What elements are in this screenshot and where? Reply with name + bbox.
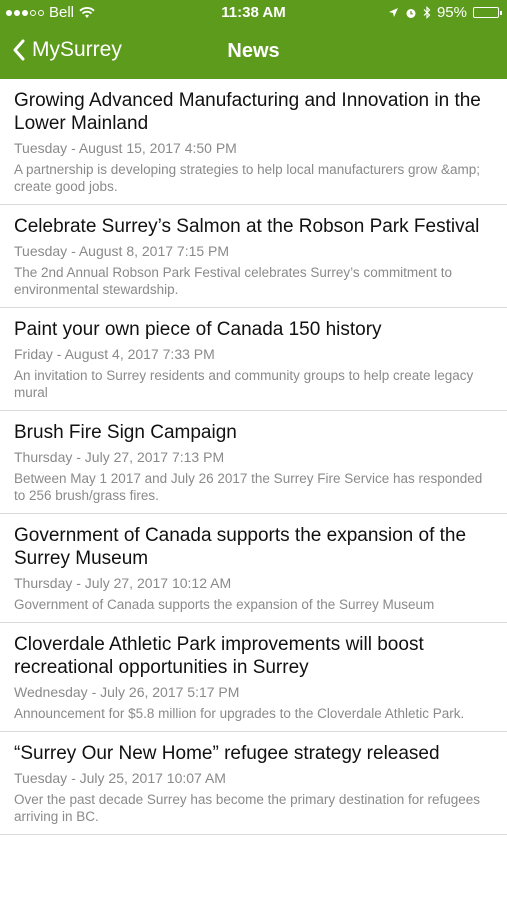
news-description: A partnership is developing strategies t… <box>14 162 481 194</box>
news-item[interactable]: Paint your own piece of Canada 150 histo… <box>0 308 507 411</box>
news-title: Paint your own piece of Canada 150 histo… <box>14 319 382 340</box>
news-item[interactable]: Government of Canada supports the expans… <box>0 514 507 623</box>
news-title: Celebrate Surrey’s Salmon at the Robson … <box>14 216 480 237</box>
news-item[interactable]: Cloverdale Athletic Park improvements wi… <box>0 623 507 732</box>
news-list: Growing Advanced Manufacturing and Innov… <box>0 79 507 835</box>
battery-percent: 95% <box>436 4 467 21</box>
news-title: Cloverdale Athletic Park improvements wi… <box>14 634 424 678</box>
news-date: Thursday - July 27, 2017 7:13 PM <box>14 449 225 465</box>
news-description: Announcement for $5.8 million for upgrad… <box>14 706 465 721</box>
status-bar: Bell 11:38 AM 95% <box>0 0 507 26</box>
news-description: The 2nd Annual Robson Park Festival cele… <box>14 265 452 297</box>
news-item[interactable]: Growing Advanced Manufacturing and Innov… <box>0 79 507 205</box>
news-description: Government of Canada supports the expans… <box>14 597 435 612</box>
bluetooth-icon <box>423 6 431 19</box>
news-item[interactable]: Brush Fire Sign Campaign Thursday - July… <box>0 411 507 514</box>
news-date: Thursday - July 27, 2017 10:12 AM <box>14 575 232 591</box>
news-description: Between May 1 2017 and July 26 2017 the … <box>14 471 483 503</box>
top-bar: Bell 11:38 AM 95% MySurrey News <box>0 0 507 79</box>
news-date: Tuesday - August 15, 2017 4:50 PM <box>14 140 237 156</box>
page-title: News <box>227 40 280 62</box>
news-item[interactable]: “Surrey Our New Home” refugee strategy r… <box>0 732 507 835</box>
news-title: “Surrey Our New Home” refugee strategy r… <box>14 743 440 764</box>
alarm-icon <box>406 8 416 18</box>
news-date: Wednesday - July 26, 2017 5:17 PM <box>14 684 240 700</box>
news-date: Tuesday - August 8, 2017 7:15 PM <box>14 243 230 259</box>
news-description: An invitation to Surrey residents and co… <box>14 368 474 400</box>
news-date: Tuesday - July 25, 2017 10:07 AM <box>14 770 226 786</box>
news-title: Growing Advanced Manufacturing and Innov… <box>14 90 481 134</box>
battery-icon <box>473 7 502 18</box>
news-title: Brush Fire Sign Campaign <box>14 422 237 443</box>
location-icon <box>388 8 398 17</box>
news-title: Government of Canada supports the expans… <box>14 525 467 569</box>
news-description: Over the past decade Surrey has become t… <box>14 792 481 824</box>
status-right: 95% <box>388 4 502 21</box>
nav-bar: MySurrey News <box>0 26 507 79</box>
news-date: Friday - August 4, 2017 7:33 PM <box>14 346 215 362</box>
news-item[interactable]: Celebrate Surrey’s Salmon at the Robson … <box>0 205 507 308</box>
